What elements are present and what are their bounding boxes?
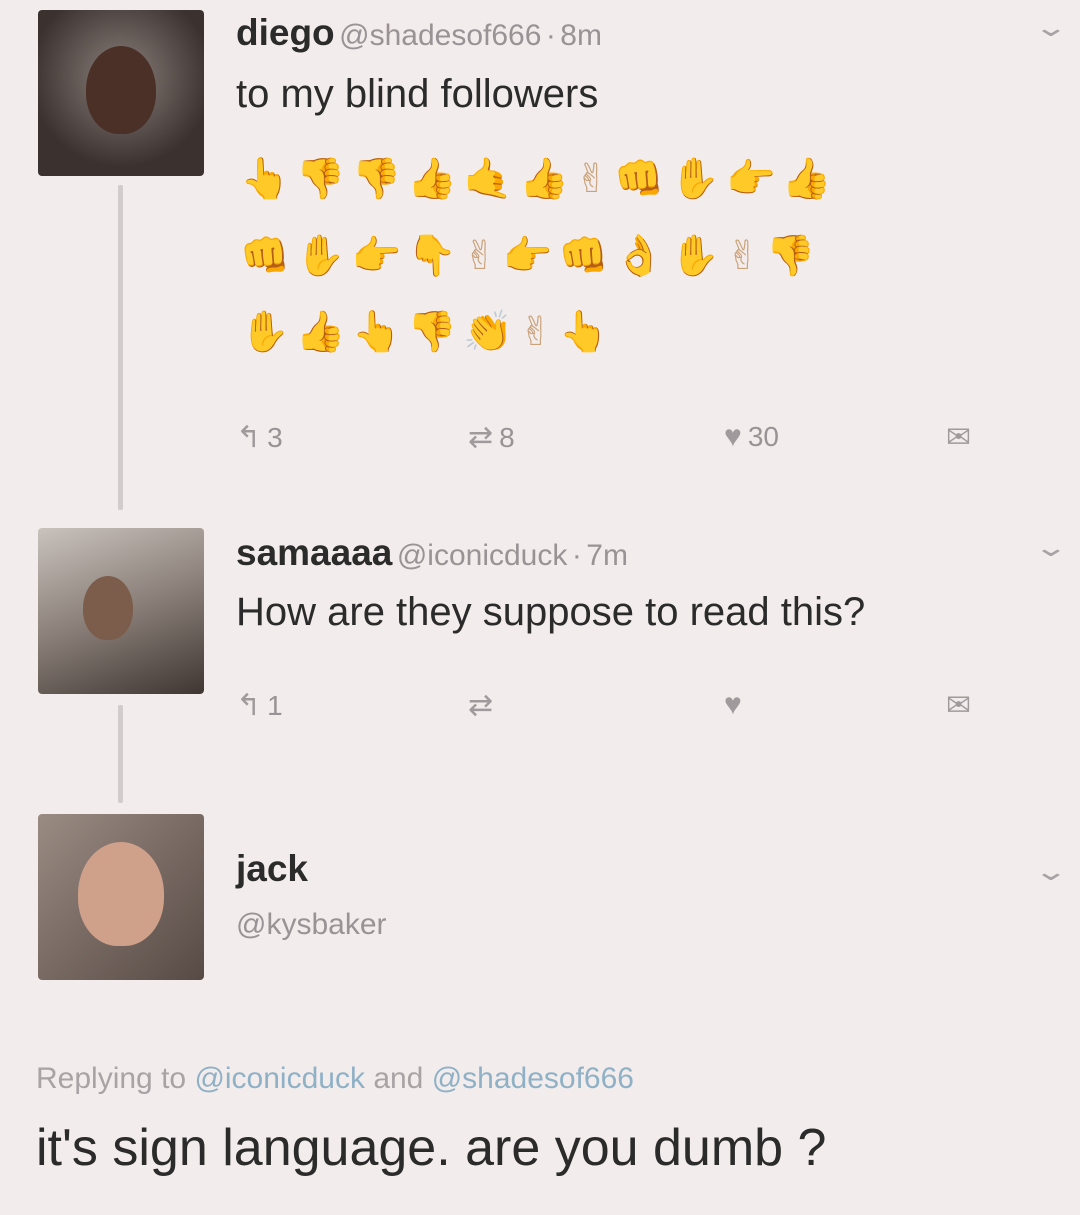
reply-count: 1 <box>267 689 283 721</box>
handle[interactable]: @iconicduck <box>397 539 568 572</box>
replying-and-label: and <box>373 1062 424 1095</box>
replying-to-label: Replying to <box>36 1062 187 1095</box>
display-name[interactable]: jack <box>236 848 308 890</box>
reply-count: 3 <box>267 421 283 453</box>
retweet-icon: ⇄ <box>468 421 494 454</box>
dm-button[interactable]: ✉ <box>946 688 971 723</box>
retweet-button[interactable]: ⇄ <box>468 688 499 723</box>
tweet-text: to my blind followers <box>236 72 599 116</box>
tweet-actions: ↰ 3 ⇄ 8 ♥ 30 ✉ <box>236 420 1026 460</box>
tweet-text: it's sign language. are you dumb ? <box>36 1119 827 1177</box>
display-name[interactable]: samaaaa <box>236 532 392 573</box>
hand-emoji-row: 👊✋👉👇✌👉👊👌✋✌👎 <box>240 234 822 278</box>
mention-link[interactable]: @shadesof666 <box>432 1062 634 1095</box>
hand-emoji-row: 👆👎👎👍🤙👍✌👊✋👉👍 <box>240 157 838 201</box>
like-button[interactable]: ♥ 30 <box>724 420 779 454</box>
display-name[interactable]: diego <box>236 12 335 53</box>
like-button[interactable]: ♥ <box>724 688 748 722</box>
heart-icon: ♥ <box>724 688 742 721</box>
envelope-icon: ✉ <box>946 689 972 722</box>
hand-emoji-row: ✋👍👆👎👏✌👆 <box>240 310 615 354</box>
avatar-face <box>78 841 164 946</box>
tweet-actions: ↰ 1 ⇄ ♥ ✉ <box>236 688 1026 728</box>
avatar[interactable] <box>38 814 204 980</box>
dm-button[interactable]: ✉ <box>946 420 971 455</box>
handle[interactable]: @kysbaker <box>236 908 387 942</box>
heart-icon: ♥ <box>724 420 742 453</box>
retweet-button[interactable]: ⇄ 8 <box>468 420 515 455</box>
mention-link[interactable]: @iconicduck <box>194 1062 365 1095</box>
tweet-header: samaaaa @iconicduck · 7m <box>236 532 628 574</box>
separator: · <box>545 19 556 52</box>
tweet-jack[interactable]: jack @kysbaker ⌄ Replying to @iconicduck… <box>0 800 1080 1215</box>
envelope-icon: ✉ <box>946 421 972 454</box>
tweet-text: How are they suppose to read this? <box>236 590 866 634</box>
reply-icon: ↰ <box>236 421 262 454</box>
timestamp[interactable]: 7m <box>586 539 628 572</box>
separator: · <box>571 539 582 572</box>
tweet-samaaaa[interactable]: samaaaa @iconicduck · 7m ⌄ How are they … <box>0 520 1080 800</box>
chevron-down-icon[interactable]: ⌄ <box>1034 12 1069 43</box>
avatar-face <box>86 45 156 134</box>
tweet-diego[interactable]: diego @shadesof666 · 8m ⌄ to my blind fo… <box>0 0 1080 520</box>
reply-button[interactable]: ↰ 1 <box>236 688 283 723</box>
reply-icon: ↰ <box>236 689 262 722</box>
retweet-icon: ⇄ <box>468 689 494 722</box>
avatar[interactable] <box>38 10 204 176</box>
chevron-down-icon[interactable]: ⌄ <box>1034 532 1069 563</box>
tweet-header: diego @shadesof666 · 8m <box>236 12 602 54</box>
retweet-count: 8 <box>499 421 515 453</box>
chevron-down-icon[interactable]: ⌄ <box>1034 856 1069 887</box>
handle[interactable]: @shadesof666 <box>339 19 541 52</box>
avatar-face <box>82 575 133 640</box>
replying-to-line: Replying to @iconicduck and @shadesof666 <box>36 1062 634 1096</box>
timestamp[interactable]: 8m <box>560 19 602 52</box>
reply-button[interactable]: ↰ 3 <box>236 420 283 455</box>
avatar[interactable] <box>38 528 204 694</box>
like-count: 30 <box>747 421 779 452</box>
